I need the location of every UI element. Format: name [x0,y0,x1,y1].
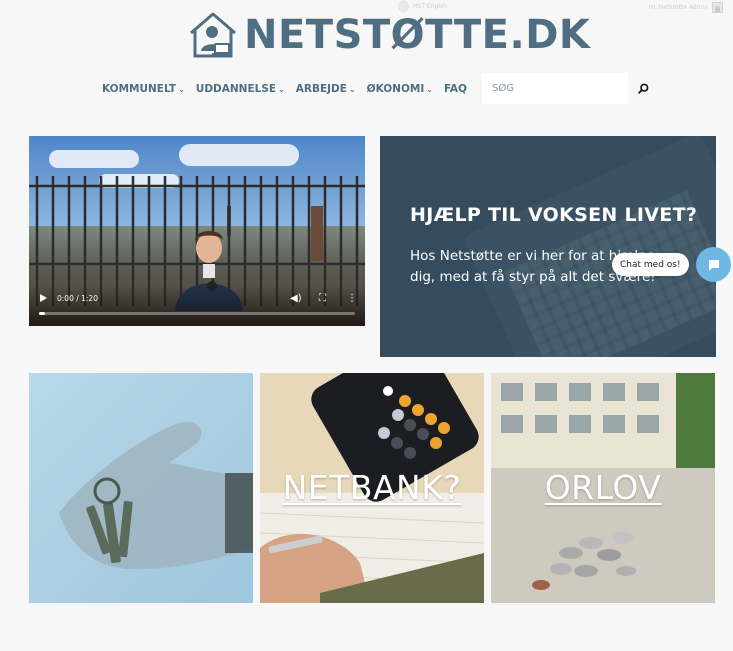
search-icon [638,83,649,94]
card-title: NETBANK? [282,468,462,507]
hand-with-keys-image [59,422,253,570]
hero-title: HJÆLP TIL VOKSEN LIVET? [410,204,698,226]
chevron-down-icon: ⌄ [348,84,356,94]
user-menu[interactable]: Hi, Netstotte Admin [649,2,723,13]
language-toggle-label: HST Englsh [413,3,447,10]
nav-label: KOMMUNELT [102,82,177,95]
nav-item-faq[interactable]: FAQ [444,83,467,95]
card-title: ORLOV [544,468,662,507]
fullscreen-icon[interactable]: ⛶ [319,294,326,304]
chevron-down-icon: ⌄ [426,84,433,94]
chat-button[interactable] [696,247,731,282]
chat-prompt[interactable]: Chat med os! [612,253,689,276]
hero-banner[interactable]: HJÆLP TIL VOKSEN LIVET? Hos Netstøtte er… [380,136,716,357]
chevron-down-icon: ⌄ [278,84,285,94]
card-orlov[interactable]: ORLOV [491,373,715,603]
video-controls: 0:00 / 1:20 ◀) ⛶ ⋮ [29,286,365,326]
nav-item-okonomi[interactable]: ØKONOMI ⌄ [367,83,433,95]
chevron-down-icon: ⌄ [178,84,185,94]
nav-item-uddannelse[interactable]: UDDANNELSE ⌄ [196,83,285,95]
nav-label: UDDANNELSE [195,82,277,95]
card-netbank[interactable]: NETBANK? [260,373,484,603]
search-input[interactable] [481,73,628,104]
card-housing[interactable] [29,373,253,603]
logo-wordmark: NETSTØTTE.DK [244,12,591,58]
chat-icon [708,259,719,271]
more-options-icon[interactable]: ⋮ [347,294,357,304]
nav-label: ARBEJDE [295,82,347,95]
play-icon[interactable] [40,294,47,302]
video-time: 0:00 / 1:20 [57,294,98,303]
user-avatar-icon [712,2,723,13]
search-button[interactable] [636,81,652,97]
site-logo[interactable]: NETSTØTTE.DK [188,10,590,60]
house-person-icon [190,12,236,58]
video-player[interactable]: 0:00 / 1:20 ◀) ⛶ ⋮ [29,136,365,326]
user-label: Hi, Netstotte Admin [648,4,708,11]
video-progress-bar[interactable] [39,312,355,315]
nav-label: ØKONOMI [366,82,425,95]
nav-item-kommunelt[interactable]: KOMMUNELT ⌄ [102,83,185,95]
main-navigation: KOMMUNELT ⌄ UDDANNELSE ⌄ ARBEJDE ⌄ ØKONO… [102,73,652,104]
nav-label: FAQ [443,82,467,95]
volume-icon[interactable]: ◀) [290,294,302,304]
video-progress-fill [39,312,45,315]
nav-item-arbejde[interactable]: ARBEJDE ⌄ [296,83,356,95]
